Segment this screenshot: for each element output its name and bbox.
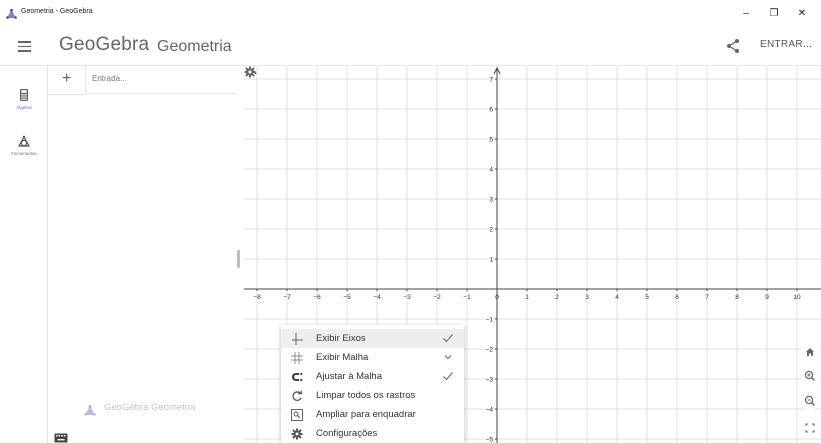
minimize-button[interactable]: – [732, 5, 760, 23]
check-icon [443, 334, 453, 343]
home-button[interactable] [800, 342, 820, 362]
fullscreen-button[interactable] [800, 418, 820, 438]
x-tick-label: 9 [765, 294, 769, 301]
x-tick-label: −8 [253, 294, 261, 301]
menu-item-label: Configurações [316, 428, 378, 439]
x-tick-label: 3 [585, 294, 589, 301]
y-tick-label: 4 [489, 167, 493, 174]
menu-item-label: Limpar todos os rastros [316, 390, 416, 401]
maximize-button[interactable]: ❐ [760, 5, 788, 23]
grid-icon [291, 352, 303, 364]
magnet-icon [292, 373, 303, 381]
y-tick-label: 6 [489, 107, 493, 114]
menu-item-label: Ajustar à Malha [316, 371, 383, 382]
geogebra-logo: GeoGebra [59, 34, 150, 55]
sidebar-item-tools[interactable]: Ferramentas [0, 134, 48, 156]
menu-item-show-grid[interactable]: Exibir Malha [281, 348, 464, 367]
sidebar-item-label: Álgebra [16, 105, 32, 110]
title-bar: Geometria - GeoGebra – ❐ ✕ [0, 0, 821, 28]
panel-resize-handle[interactable] [237, 250, 240, 268]
x-tick-label: 2 [555, 294, 559, 301]
y-tick-label: 5 [489, 137, 493, 144]
divider [48, 94, 85, 95]
y-tick-label: 2 [489, 227, 493, 234]
x-tick-label: −6 [313, 294, 321, 301]
gear-icon[interactable] [244, 66, 256, 78]
x-tick-label: 1 [525, 294, 529, 301]
x-tick-label: −3 [403, 294, 411, 301]
x-tick-label: 6 [675, 294, 679, 301]
window-title: Geometria - GeoGebra [21, 8, 93, 15]
gear-icon [291, 428, 303, 440]
y-tick-label: −5 [486, 437, 494, 443]
x-tick-label: 4 [615, 294, 619, 301]
zoom-out-button[interactable] [800, 391, 820, 411]
zoom-out-icon [800, 391, 820, 411]
menu-item-label: Ampliar para enquadrar [316, 409, 416, 420]
x-tick-label: −7 [283, 294, 291, 301]
x-tick-label: −4 [373, 294, 381, 301]
calculator-icon [20, 89, 28, 101]
app-name: Geometria [157, 38, 232, 55]
left-sidebar: Álgebra Ferramentas [0, 66, 48, 443]
refresh-icon [292, 390, 302, 401]
y-tick-label: 7 [489, 77, 493, 84]
home-icon [800, 342, 820, 362]
axes-icon [292, 333, 303, 345]
zoom-in-icon [800, 366, 820, 386]
hamburger-menu-icon[interactable] [16, 38, 34, 56]
algebra-input[interactable] [92, 74, 212, 83]
signin-button[interactable]: ENTRAR... [760, 39, 812, 50]
y-tick-label: −3 [486, 377, 494, 384]
algebra-input-row[interactable] [85, 66, 236, 94]
x-tick-label: −2 [433, 294, 441, 301]
geogebra-watermark-icon [84, 405, 96, 416]
share-icon[interactable] [724, 37, 742, 55]
sidebar-item-algebra[interactable]: Álgebra [0, 88, 48, 110]
y-tick-label: 1 [489, 257, 493, 264]
x-tick-label: 8 [735, 294, 739, 301]
chevron-down-icon[interactable] [442, 351, 454, 363]
y-tick-label: 3 [489, 197, 493, 204]
y-tick-label: −2 [486, 347, 494, 354]
menu-item-show-axes[interactable]: Exibir Eixos [281, 329, 464, 348]
x-tick-label: −5 [343, 294, 351, 301]
menu-item-snap-to-grid[interactable]: Ajustar à Malha [281, 367, 464, 386]
keyboard-icon[interactable] [54, 433, 68, 443]
x-tick-label: −1 [463, 294, 471, 301]
y-tick-label: −4 [486, 407, 494, 414]
add-item-button[interactable]: + [62, 70, 71, 88]
graphics-context-menu: Exibir Eixos Exibir Malha Ajustar à Malh… [281, 325, 464, 443]
zoom-in-button[interactable] [800, 366, 820, 386]
menu-item-clear-traces[interactable]: Limpar todos os rastros [281, 386, 464, 405]
sidebar-item-label: Ferramentas [11, 151, 37, 156]
geogebra-app-icon [6, 8, 17, 19]
menu-item-settings[interactable]: Configurações [281, 424, 464, 443]
fullscreen-icon [800, 418, 820, 438]
x-tick-label: 5 [645, 294, 649, 301]
watermark-text: GeoGebra Geometria [104, 402, 196, 413]
menu-item-zoom-to-fit[interactable]: Ampliar para enquadrar [281, 405, 464, 424]
menu-item-label: Exibir Malha [316, 352, 369, 363]
app-header: GeoGebra Geometria ENTRAR... [0, 28, 821, 66]
x-tick-label: 7 [705, 294, 709, 301]
zoom-fit-icon [291, 409, 303, 421]
close-button[interactable]: ✕ [788, 5, 816, 23]
algebra-panel: + GeoGebra Geometria [48, 66, 244, 443]
x-tick-label: 10 [793, 294, 801, 301]
tools-icon [17, 135, 31, 147]
x-tick-label: 0 [495, 294, 499, 301]
menu-item-label: Exibir Eixos [316, 333, 366, 344]
check-icon [443, 372, 453, 381]
y-tick-label: −1 [486, 317, 494, 324]
